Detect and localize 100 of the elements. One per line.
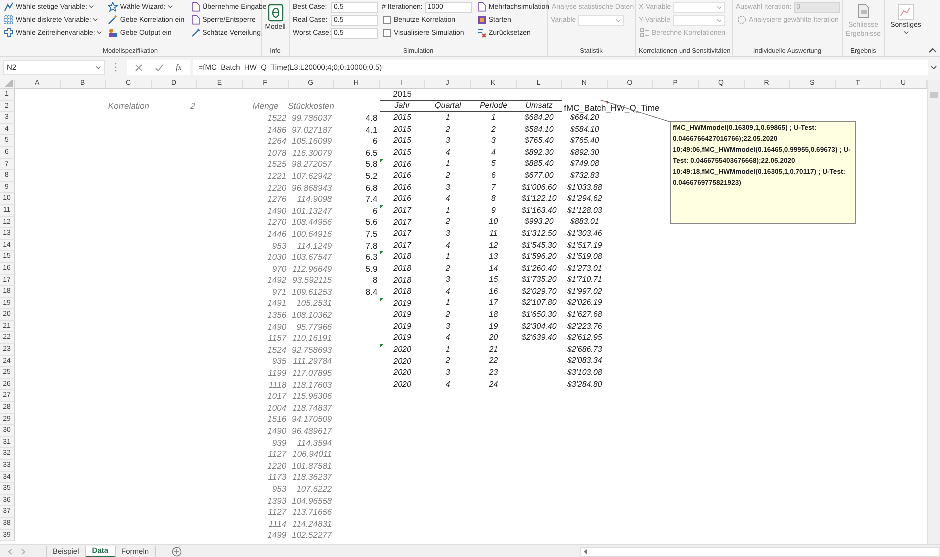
table-cell: 1490	[268, 426, 287, 436]
collapse-icon[interactable]	[929, 48, 937, 53]
table-cell: 2019	[380, 298, 426, 310]
parameter-value: 2	[190, 101, 196, 112]
table-cell: 1221	[268, 170, 287, 181]
caret-icon	[717, 6, 722, 10]
column-header: Jahr	[394, 100, 410, 111]
comment-indicator-icon	[604, 100, 608, 104]
table-cell: 7.8	[366, 240, 378, 251]
close-icon[interactable]	[135, 64, 143, 72]
table-cell: 3	[446, 275, 450, 286]
table-cell: 97.027187	[292, 124, 332, 135]
table-cell: $885.40	[524, 159, 554, 170]
table-cell: 1004	[268, 402, 287, 413]
table-cell: 5.2	[366, 170, 378, 181]
table-cell: 93.592115	[292, 275, 332, 286]
caret-icon	[96, 66, 101, 70]
caret-icon	[97, 31, 102, 35]
table-cell: 114.1249	[297, 240, 332, 251]
checkbox[interactable]	[383, 16, 391, 24]
table-cell: 92.758693	[292, 344, 332, 355]
table-cell: 14	[489, 264, 498, 274]
table-cell: $1'312.50	[522, 228, 557, 239]
table-cell: $749.08	[570, 159, 600, 170]
table-cell: $1'517.19	[567, 240, 602, 251]
table-cell: 6.8	[366, 182, 378, 193]
table-cell: 21	[489, 344, 498, 355]
table-cell-text: 2016	[392, 193, 412, 205]
table-cell: $684.20	[524, 112, 554, 123]
table-cell: 2	[446, 124, 450, 135]
horizontal-scrollbar[interactable]	[580, 546, 940, 556]
table-cell: 22	[489, 356, 498, 366]
table-cell: 11	[490, 228, 498, 239]
table-cell: 1118	[268, 380, 287, 390]
arrow-right-icon[interactable]	[21, 548, 26, 554]
table-cell: 106.94011	[292, 449, 332, 460]
table-cell: 4.1	[366, 124, 378, 135]
table-cell: 1270	[268, 217, 287, 228]
table-cell: 105.16099	[292, 136, 332, 146]
table-cell: 1078	[268, 148, 287, 158]
table-cell: 3	[446, 228, 450, 239]
table-cell: 114.3594	[297, 438, 332, 448]
table-cell: 96.868943	[292, 182, 332, 193]
insert-function-button[interactable]: fx	[176, 63, 182, 72]
table-cell: 1157	[268, 333, 287, 344]
table-cell: 970	[272, 264, 287, 274]
vertical-scrollbar[interactable]	[927, 80, 940, 544]
table-cell: 1	[446, 344, 450, 355]
checkbox[interactable]	[383, 29, 391, 37]
table-cell: 4	[492, 148, 496, 158]
table-cell: 1522	[268, 112, 287, 123]
table-cell: $2'029.70	[522, 286, 557, 297]
table-cell: 1356	[268, 310, 287, 320]
caret-icon	[616, 18, 622, 22]
table-cell: 115.96306	[292, 391, 332, 402]
table-cell: 935	[272, 356, 287, 366]
table-cell: 3	[492, 136, 496, 146]
table-cell: 7	[492, 182, 496, 193]
table-cell: 98.272057	[292, 159, 332, 170]
caret-icon[interactable]	[931, 66, 937, 70]
table-cell: 20	[489, 333, 498, 344]
table-cell: 4	[446, 333, 450, 344]
table-cell-text: 2017	[392, 216, 413, 228]
column-header: Quartal	[435, 100, 462, 111]
refresh-icon	[737, 15, 747, 25]
column-header: Periode	[480, 100, 508, 111]
check-icon[interactable]	[155, 64, 164, 72]
table-cell: 105.2531	[296, 298, 332, 308]
table-cell: 23	[489, 368, 498, 378]
table-cell-text: 2015	[392, 135, 412, 147]
table-cell: 7.5	[366, 228, 378, 239]
table-cell: 16	[489, 286, 498, 297]
caret-icon	[93, 18, 98, 22]
parameter-label: Korrelation	[108, 101, 150, 112]
wand-icon	[108, 15, 118, 25]
table-cell: $2'686.73	[567, 344, 602, 355]
table-cell: 2	[446, 170, 450, 181]
table-cell: 1525	[268, 159, 287, 170]
table-cell-text: 2020	[392, 367, 412, 379]
table-cell: 1486	[268, 124, 287, 135]
table-cell: 2020	[380, 344, 426, 356]
table-cell: 3	[446, 136, 450, 146]
select-all-button[interactable]	[0, 80, 15, 89]
table-cell: 113.71656	[292, 507, 332, 518]
add-icon[interactable]	[172, 546, 182, 556]
table-cell: 102.52277	[292, 530, 332, 540]
table-cell: $892.30	[570, 148, 600, 158]
arrow-left-icon[interactable]	[583, 548, 588, 554]
table-cell: 1	[446, 112, 450, 123]
table-cell-text: 2015	[392, 112, 412, 124]
table-cell: 1	[446, 159, 450, 170]
arrow-left-icon[interactable]	[8, 548, 13, 554]
table-cell: 1264	[268, 136, 287, 146]
table-cell: $993.20	[524, 217, 554, 228]
table-cell: 971	[272, 286, 287, 297]
table-cell: 1524	[268, 344, 287, 355]
table-cell-text: 2015	[392, 124, 412, 136]
table-title: 2015	[393, 89, 412, 100]
table-cell: 13	[489, 252, 498, 262]
table-cell: 1199	[268, 368, 287, 378]
